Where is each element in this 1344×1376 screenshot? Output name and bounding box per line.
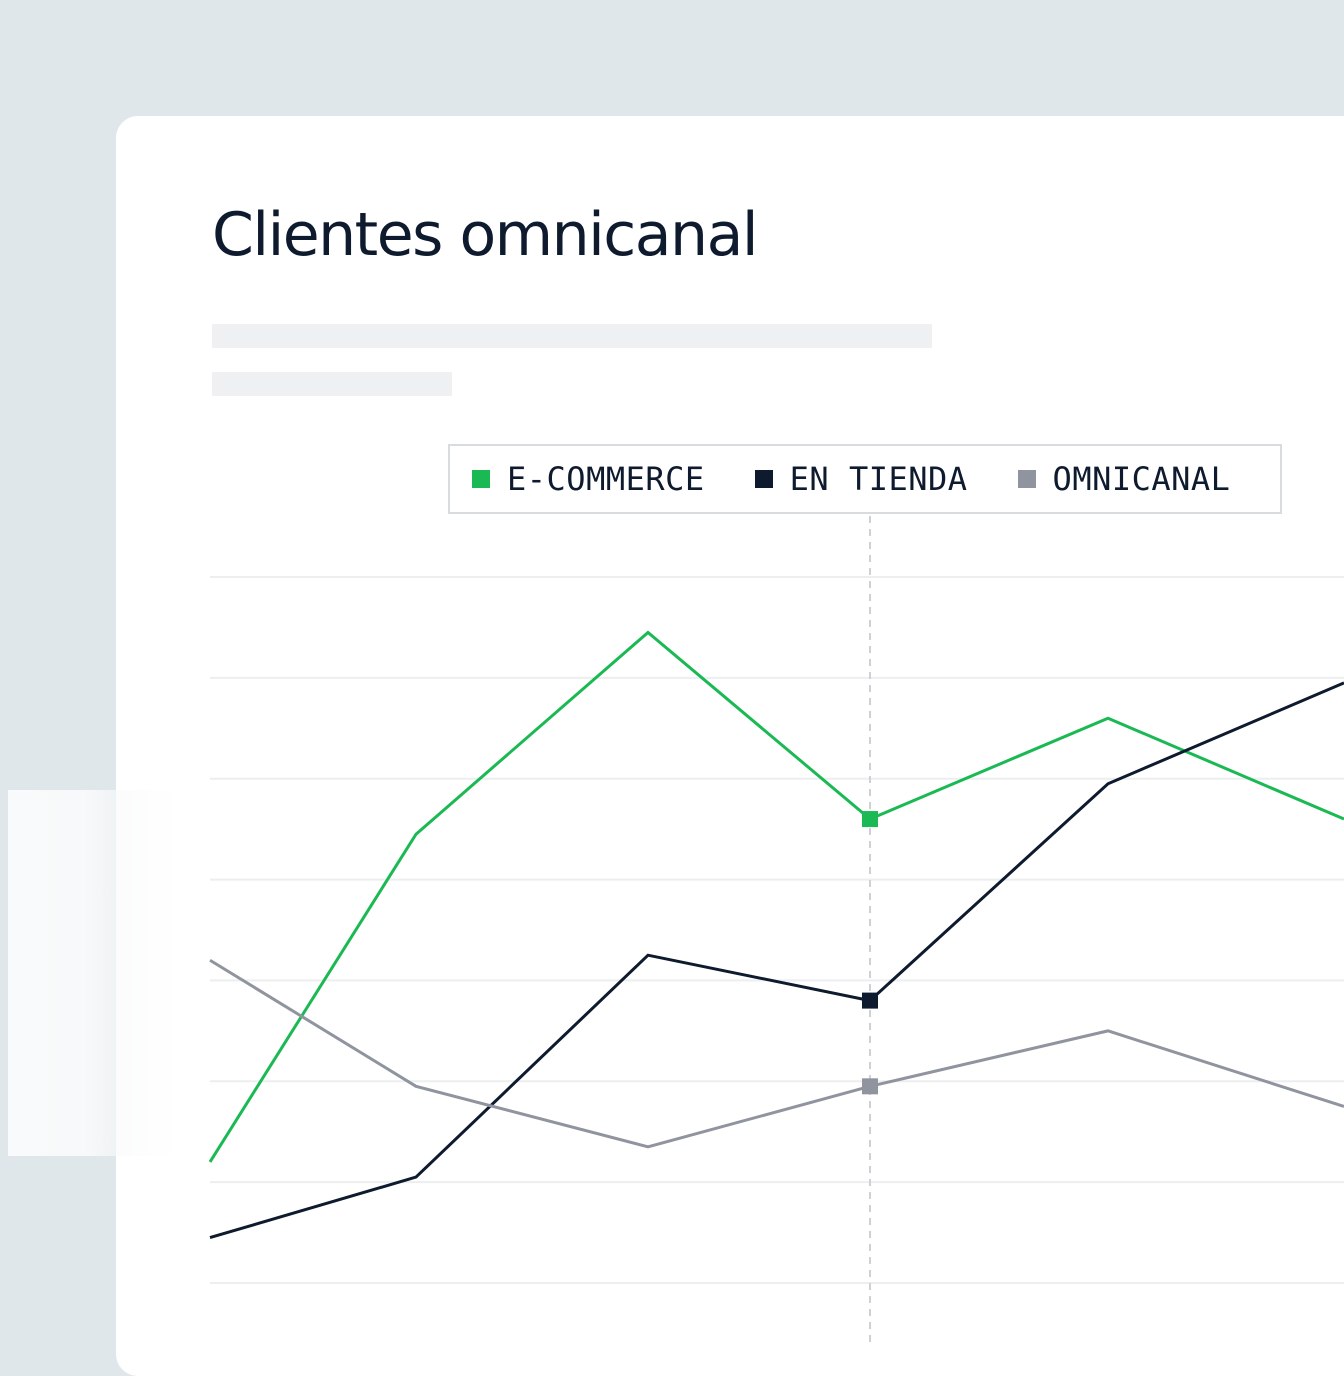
line-chart[interactable] xyxy=(0,0,1344,1344)
highlight-marker-omnicanal[interactable] xyxy=(862,1078,878,1095)
series-line-ecommerce xyxy=(208,630,1344,1163)
series-line-en-tienda xyxy=(209,681,1344,1240)
series-line-omnicanal xyxy=(209,958,1344,1149)
highlight-marker-ecommerce[interactable] xyxy=(862,811,878,828)
highlight-marker-en-tienda[interactable] xyxy=(862,992,878,1009)
